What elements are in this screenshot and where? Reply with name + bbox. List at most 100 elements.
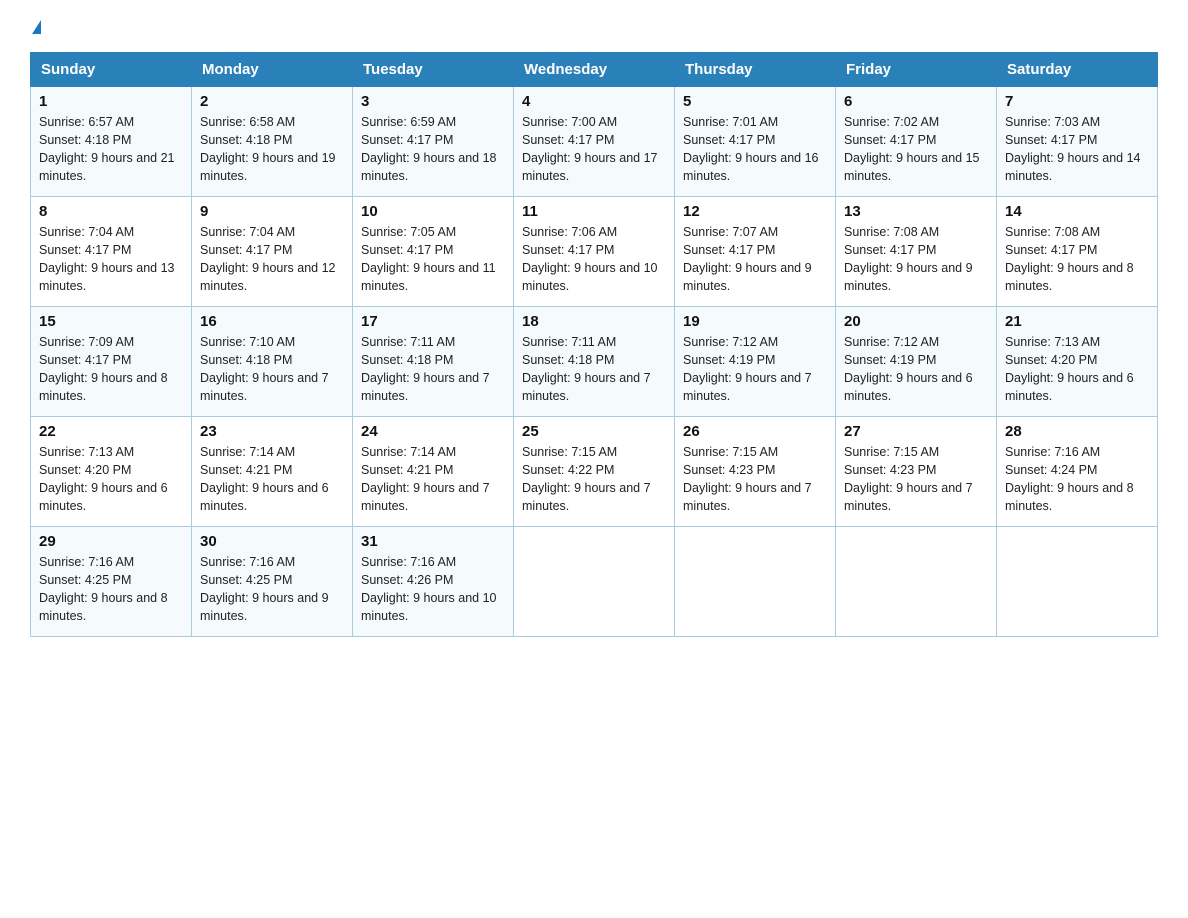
day-number: 12 [683, 203, 827, 220]
calendar-day-cell [675, 527, 836, 637]
day-info: Sunrise: 7:16 AM Sunset: 4:25 PM Dayligh… [200, 553, 344, 626]
day-number: 29 [39, 533, 183, 550]
calendar-day-cell [997, 527, 1158, 637]
calendar-week-row: 22 Sunrise: 7:13 AM Sunset: 4:20 PM Dayl… [31, 417, 1158, 527]
day-info: Sunrise: 7:04 AM Sunset: 4:17 PM Dayligh… [200, 223, 344, 296]
calendar-day-cell [836, 527, 997, 637]
day-number: 6 [844, 93, 988, 110]
day-of-week-header: Saturday [997, 53, 1158, 87]
day-number: 25 [522, 423, 666, 440]
day-info: Sunrise: 7:14 AM Sunset: 4:21 PM Dayligh… [200, 443, 344, 516]
calendar-header-row: SundayMondayTuesdayWednesdayThursdayFrid… [31, 53, 1158, 87]
day-info: Sunrise: 7:12 AM Sunset: 4:19 PM Dayligh… [844, 333, 988, 406]
day-info: Sunrise: 7:05 AM Sunset: 4:17 PM Dayligh… [361, 223, 505, 296]
day-info: Sunrise: 7:13 AM Sunset: 4:20 PM Dayligh… [39, 443, 183, 516]
calendar-day-cell: 4 Sunrise: 7:00 AM Sunset: 4:17 PM Dayli… [514, 87, 675, 197]
day-info: Sunrise: 7:10 AM Sunset: 4:18 PM Dayligh… [200, 333, 344, 406]
calendar-day-cell: 31 Sunrise: 7:16 AM Sunset: 4:26 PM Dayl… [353, 527, 514, 637]
calendar-day-cell: 9 Sunrise: 7:04 AM Sunset: 4:17 PM Dayli… [192, 197, 353, 307]
calendar-day-cell: 7 Sunrise: 7:03 AM Sunset: 4:17 PM Dayli… [997, 87, 1158, 197]
day-info: Sunrise: 7:15 AM Sunset: 4:23 PM Dayligh… [844, 443, 988, 516]
day-of-week-header: Monday [192, 53, 353, 87]
calendar-day-cell: 26 Sunrise: 7:15 AM Sunset: 4:23 PM Dayl… [675, 417, 836, 527]
calendar-day-cell: 6 Sunrise: 7:02 AM Sunset: 4:17 PM Dayli… [836, 87, 997, 197]
calendar-week-row: 15 Sunrise: 7:09 AM Sunset: 4:17 PM Dayl… [31, 307, 1158, 417]
calendar-day-cell: 18 Sunrise: 7:11 AM Sunset: 4:18 PM Dayl… [514, 307, 675, 417]
day-number: 14 [1005, 203, 1149, 220]
calendar-day-cell: 22 Sunrise: 7:13 AM Sunset: 4:20 PM Dayl… [31, 417, 192, 527]
day-info: Sunrise: 6:58 AM Sunset: 4:18 PM Dayligh… [200, 113, 344, 186]
day-number: 5 [683, 93, 827, 110]
day-number: 18 [522, 313, 666, 330]
day-info: Sunrise: 7:11 AM Sunset: 4:18 PM Dayligh… [361, 333, 505, 406]
calendar-day-cell: 25 Sunrise: 7:15 AM Sunset: 4:22 PM Dayl… [514, 417, 675, 527]
logo-triangle-icon [32, 20, 41, 34]
day-info: Sunrise: 7:03 AM Sunset: 4:17 PM Dayligh… [1005, 113, 1149, 186]
day-number: 22 [39, 423, 183, 440]
day-info: Sunrise: 7:08 AM Sunset: 4:17 PM Dayligh… [844, 223, 988, 296]
day-number: 11 [522, 203, 666, 220]
day-number: 24 [361, 423, 505, 440]
day-info: Sunrise: 6:57 AM Sunset: 4:18 PM Dayligh… [39, 113, 183, 186]
day-number: 10 [361, 203, 505, 220]
logo [30, 20, 41, 34]
calendar-day-cell: 19 Sunrise: 7:12 AM Sunset: 4:19 PM Dayl… [675, 307, 836, 417]
calendar-day-cell: 29 Sunrise: 7:16 AM Sunset: 4:25 PM Dayl… [31, 527, 192, 637]
day-of-week-header: Thursday [675, 53, 836, 87]
day-number: 15 [39, 313, 183, 330]
calendar-day-cell: 30 Sunrise: 7:16 AM Sunset: 4:25 PM Dayl… [192, 527, 353, 637]
calendar-day-cell: 10 Sunrise: 7:05 AM Sunset: 4:17 PM Dayl… [353, 197, 514, 307]
day-info: Sunrise: 7:12 AM Sunset: 4:19 PM Dayligh… [683, 333, 827, 406]
calendar-day-cell: 21 Sunrise: 7:13 AM Sunset: 4:20 PM Dayl… [997, 307, 1158, 417]
day-info: Sunrise: 7:14 AM Sunset: 4:21 PM Dayligh… [361, 443, 505, 516]
calendar-day-cell: 12 Sunrise: 7:07 AM Sunset: 4:17 PM Dayl… [675, 197, 836, 307]
page-header [30, 20, 1158, 34]
day-of-week-header: Sunday [31, 53, 192, 87]
day-info: Sunrise: 6:59 AM Sunset: 4:17 PM Dayligh… [361, 113, 505, 186]
day-info: Sunrise: 7:13 AM Sunset: 4:20 PM Dayligh… [1005, 333, 1149, 406]
calendar-day-cell: 27 Sunrise: 7:15 AM Sunset: 4:23 PM Dayl… [836, 417, 997, 527]
day-number: 2 [200, 93, 344, 110]
day-number: 16 [200, 313, 344, 330]
day-number: 28 [1005, 423, 1149, 440]
day-info: Sunrise: 7:02 AM Sunset: 4:17 PM Dayligh… [844, 113, 988, 186]
calendar-day-cell: 5 Sunrise: 7:01 AM Sunset: 4:17 PM Dayli… [675, 87, 836, 197]
day-number: 13 [844, 203, 988, 220]
day-number: 31 [361, 533, 505, 550]
calendar-day-cell [514, 527, 675, 637]
calendar-day-cell: 8 Sunrise: 7:04 AM Sunset: 4:17 PM Dayli… [31, 197, 192, 307]
calendar-day-cell: 24 Sunrise: 7:14 AM Sunset: 4:21 PM Dayl… [353, 417, 514, 527]
day-info: Sunrise: 7:06 AM Sunset: 4:17 PM Dayligh… [522, 223, 666, 296]
day-number: 7 [1005, 93, 1149, 110]
calendar-week-row: 1 Sunrise: 6:57 AM Sunset: 4:18 PM Dayli… [31, 87, 1158, 197]
calendar-day-cell: 3 Sunrise: 6:59 AM Sunset: 4:17 PM Dayli… [353, 87, 514, 197]
day-number: 27 [844, 423, 988, 440]
day-info: Sunrise: 7:08 AM Sunset: 4:17 PM Dayligh… [1005, 223, 1149, 296]
day-info: Sunrise: 7:16 AM Sunset: 4:24 PM Dayligh… [1005, 443, 1149, 516]
calendar-day-cell: 17 Sunrise: 7:11 AM Sunset: 4:18 PM Dayl… [353, 307, 514, 417]
day-info: Sunrise: 7:00 AM Sunset: 4:17 PM Dayligh… [522, 113, 666, 186]
calendar-day-cell: 28 Sunrise: 7:16 AM Sunset: 4:24 PM Dayl… [997, 417, 1158, 527]
day-number: 19 [683, 313, 827, 330]
day-info: Sunrise: 7:09 AM Sunset: 4:17 PM Dayligh… [39, 333, 183, 406]
day-number: 4 [522, 93, 666, 110]
day-number: 30 [200, 533, 344, 550]
day-info: Sunrise: 7:16 AM Sunset: 4:25 PM Dayligh… [39, 553, 183, 626]
day-number: 20 [844, 313, 988, 330]
calendar-day-cell: 15 Sunrise: 7:09 AM Sunset: 4:17 PM Dayl… [31, 307, 192, 417]
day-info: Sunrise: 7:15 AM Sunset: 4:22 PM Dayligh… [522, 443, 666, 516]
day-info: Sunrise: 7:11 AM Sunset: 4:18 PM Dayligh… [522, 333, 666, 406]
calendar-week-row: 29 Sunrise: 7:16 AM Sunset: 4:25 PM Dayl… [31, 527, 1158, 637]
day-info: Sunrise: 7:16 AM Sunset: 4:26 PM Dayligh… [361, 553, 505, 626]
day-info: Sunrise: 7:01 AM Sunset: 4:17 PM Dayligh… [683, 113, 827, 186]
day-of-week-header: Wednesday [514, 53, 675, 87]
calendar-day-cell: 20 Sunrise: 7:12 AM Sunset: 4:19 PM Dayl… [836, 307, 997, 417]
day-number: 8 [39, 203, 183, 220]
calendar-day-cell: 2 Sunrise: 6:58 AM Sunset: 4:18 PM Dayli… [192, 87, 353, 197]
day-number: 9 [200, 203, 344, 220]
calendar-day-cell: 14 Sunrise: 7:08 AM Sunset: 4:17 PM Dayl… [997, 197, 1158, 307]
day-number: 3 [361, 93, 505, 110]
day-info: Sunrise: 7:07 AM Sunset: 4:17 PM Dayligh… [683, 223, 827, 296]
calendar-day-cell: 13 Sunrise: 7:08 AM Sunset: 4:17 PM Dayl… [836, 197, 997, 307]
day-number: 21 [1005, 313, 1149, 330]
